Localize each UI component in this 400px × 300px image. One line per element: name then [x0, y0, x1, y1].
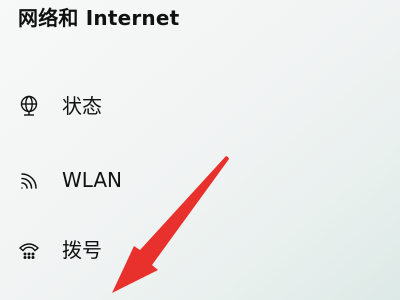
nav-item-label: 拨号	[62, 238, 102, 262]
wifi-icon	[16, 167, 42, 193]
dial-up-phone-icon	[16, 237, 42, 263]
nav-item-wlan[interactable]: WLAN	[10, 158, 250, 202]
nav-item-dial-up[interactable]: 拨号	[10, 228, 250, 272]
globe-status-icon	[16, 93, 42, 119]
nav-item-label: 状态	[62, 94, 102, 118]
page-title: 网络和 Internet	[18, 6, 180, 30]
nav-item-label: WLAN	[62, 168, 123, 192]
nav-item-status[interactable]: 状态	[10, 84, 250, 128]
